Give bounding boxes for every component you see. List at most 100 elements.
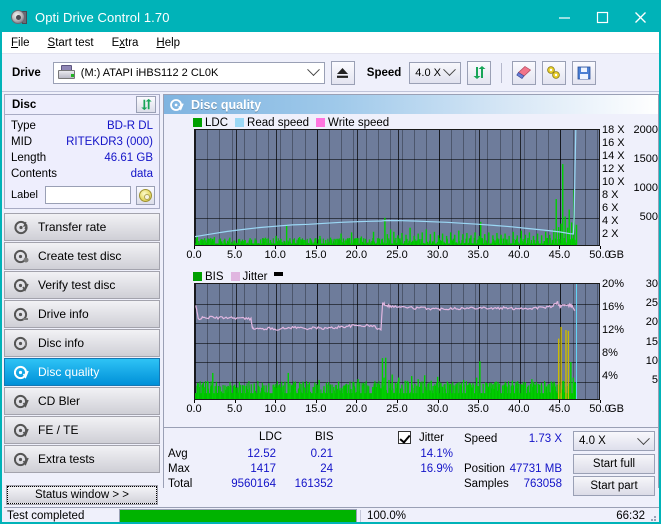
menu-start-test[interactable]: Start test (39, 35, 103, 51)
sidebar-item-create-test-disc[interactable]: Create test disc (4, 242, 160, 270)
app-disc-icon (10, 8, 28, 26)
xtick-mark (397, 246, 398, 249)
status-text: Test completed (7, 510, 85, 522)
bis-y2tick: 12% (602, 324, 625, 336)
disc-verify-icon (12, 278, 30, 293)
sidebar-item-extra-tests[interactable]: Extra tests (4, 445, 160, 473)
bis-chart: BIS Jitter 30 25 20 15 10 5 20% 16% 12% … (164, 268, 658, 420)
window-controls (545, 2, 659, 32)
sidebar-item-cd-bler[interactable]: CD Bler (4, 387, 160, 415)
xtick-mark (397, 400, 398, 403)
ldc-y2tick: 8 X (602, 189, 619, 201)
sidebar-item-disc-quality[interactable]: Disc quality (4, 358, 160, 386)
cursor-line (575, 284, 577, 399)
x-axis-unit: GB (608, 403, 624, 415)
save-button[interactable] (572, 60, 597, 85)
sidebar-item-fe-te[interactable]: FE / TE (4, 416, 160, 444)
status-window-button[interactable]: Status window > > (7, 486, 157, 504)
xtick-label: 5.0 (226, 249, 243, 261)
menu-extra[interactable]: Extra (103, 35, 148, 51)
speed-label: Speed (366, 66, 402, 79)
drive-select[interactable]: (M:) ATAPI iHBS112 2 CL0K (52, 61, 325, 84)
sidebar-item-transfer-rate[interactable]: Transfer rate (4, 213, 160, 241)
black-marker (274, 271, 284, 282)
eject-button[interactable] (330, 60, 355, 85)
stats-bis-total: 161352 (294, 478, 333, 490)
tools-button[interactable] (542, 60, 567, 85)
xtick-mark (478, 400, 480, 403)
xtick-label: 30.0 (426, 249, 449, 261)
ldc-y2tick: 6 X (602, 202, 619, 214)
cd-bler-icon (12, 394, 30, 409)
drive-select-value: (M:) ATAPI iHBS112 2 CL0K (80, 66, 219, 79)
legend-read-speed: Read speed (235, 117, 309, 129)
bis-ytick: 15 (645, 336, 658, 348)
content-title: Disc quality (191, 97, 262, 112)
disc-row-mid: MID RITEKDR3 (000) (5, 134, 159, 150)
start-part-button[interactable]: Start part (573, 476, 655, 496)
menu-help[interactable]: Help (147, 35, 189, 51)
minimize-icon[interactable] (545, 2, 583, 32)
sidebar-label: Disc info (38, 336, 85, 350)
sidebar-label: Disc quality (38, 365, 100, 379)
resize-grip[interactable] (647, 512, 657, 522)
eraser-button[interactable] (512, 60, 537, 85)
sidebar-label: FE / TE (38, 423, 79, 437)
test-speed-select[interactable]: 4.0 X (573, 431, 655, 451)
window-title: Opti Drive Control 1.70 (35, 9, 170, 25)
disc-refresh-button[interactable] (136, 96, 156, 113)
disc-label-input[interactable] (44, 186, 131, 204)
progress-percent: 100.0% (360, 510, 420, 522)
xtick-label: 45.0 (548, 403, 571, 415)
sidebar-label: Drive info (38, 307, 89, 321)
bis-y2tick: 16% (602, 301, 625, 313)
jitter-checkbox[interactable] (398, 431, 411, 444)
xtick-label: 20.0 (345, 249, 368, 261)
xtick-label: 35.0 (467, 403, 489, 415)
disc-row-contents: Contents data (5, 166, 159, 182)
xtick-mark (437, 246, 439, 249)
content-header: Disc quality (164, 95, 658, 114)
title-bar: Opti Drive Control 1.70 (2, 2, 659, 32)
xtick-label: 20.0 (345, 403, 368, 415)
disc-info-icon (12, 336, 30, 351)
sidebar-item-disc-info[interactable]: Disc info (4, 329, 160, 357)
bis-chart-legend: BIS Jitter (193, 270, 290, 283)
chevron-down-icon (306, 63, 320, 77)
sidebar-item-verify-test-disc[interactable]: Verify test disc (4, 271, 160, 299)
close-icon[interactable] (621, 2, 659, 32)
cd-icon-button[interactable] (135, 185, 155, 205)
xtick-label: 45.0 (548, 249, 571, 261)
refresh-button[interactable] (467, 60, 492, 85)
ldc-ytick: 500 (639, 211, 658, 223)
xtick-label: 25.0 (386, 249, 408, 261)
xtick-mark (194, 400, 195, 403)
disc-box-header: Disc (5, 95, 159, 115)
speed-select[interactable]: 4.0 X (409, 61, 462, 84)
bis-ytick: 20 (645, 316, 658, 328)
toolbar: Drive (M:) ATAPI iHBS112 2 CL0K Speed 4.… (2, 54, 659, 92)
legend-write-speed: Write speed (316, 117, 389, 129)
xtick-label: 10.0 (264, 403, 286, 415)
sidebar-item-drive-info[interactable]: Drive info (4, 300, 160, 328)
left-panel: Disc Type BD-R DL MID RITEKDR3 (000) Len… (4, 94, 160, 504)
sidebar-label: Transfer rate (38, 220, 107, 234)
xtick-mark (315, 400, 317, 403)
stats-ldc-total: 9560164 (231, 478, 276, 490)
stats-jitter-label: Jitter (419, 432, 444, 444)
disc-transfer-icon (12, 220, 30, 235)
bis-ytick: 10 (645, 355, 658, 367)
start-full-button[interactable]: Start full (573, 454, 655, 474)
stats-col-ldc: LDC (259, 431, 283, 443)
drive-label: Drive (12, 66, 41, 79)
nav-list: Transfer rate Create test disc Verify te… (4, 213, 160, 473)
fe-te-icon (12, 423, 30, 438)
maximize-icon[interactable] (583, 2, 621, 32)
ldc-ytick: 1500 (633, 153, 658, 165)
xtick-mark (518, 400, 520, 403)
ldc-plot-area (194, 129, 600, 246)
stats-position-label: Position (464, 463, 505, 475)
toolbar-separator (501, 62, 503, 83)
menu-file[interactable]: File (2, 35, 39, 51)
